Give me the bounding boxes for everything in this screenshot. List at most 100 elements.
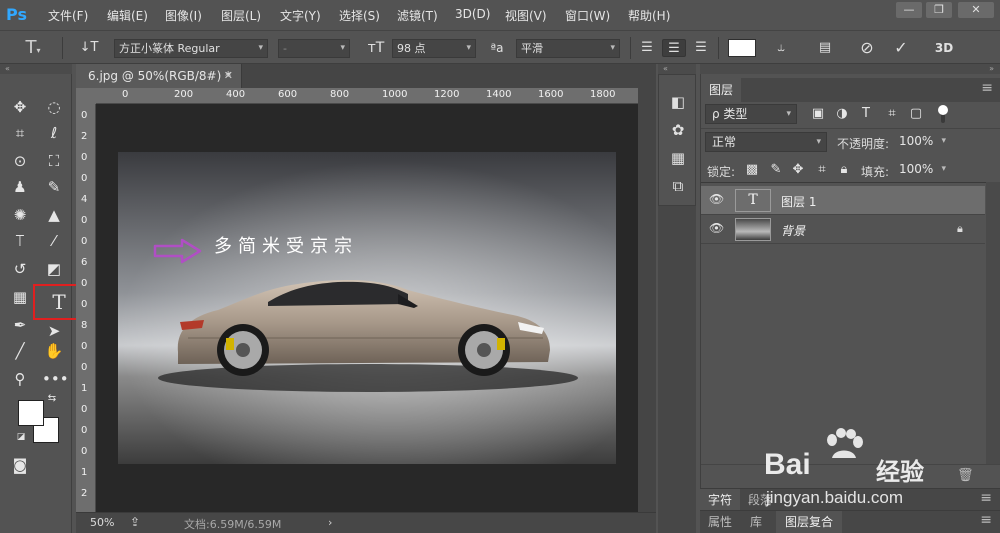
opacity-field[interactable]: 100% ▾ — [893, 132, 951, 152]
layers-scrollbar[interactable] — [986, 182, 1000, 464]
text-orientation-icon[interactable]: ↓T — [76, 39, 102, 57]
tab-layer-comps[interactable]: 图层复合 — [776, 511, 842, 533]
maximize-button[interactable]: ❐ — [926, 2, 952, 18]
grid-panel-icon[interactable]: ▦ — [667, 147, 689, 169]
menu-help[interactable]: 帮助(H) — [628, 7, 670, 24]
align-center-icon[interactable]: ☰ — [662, 39, 686, 57]
dock-collapse-strip[interactable]: « — [658, 64, 696, 74]
lock-transparent-icon[interactable]: ▩ — [743, 161, 761, 179]
history-brush-tool-icon[interactable]: ↺ — [8, 258, 32, 280]
eye-icon[interactable]: 👁︎ — [709, 221, 724, 235]
blend-mode-select[interactable]: 正常 ▾ — [705, 132, 827, 152]
warp-text-icon[interactable]: ⥿ — [770, 39, 792, 57]
swap-colors-icon[interactable]: ⇆ — [44, 392, 60, 406]
font-size-select[interactable]: 98 点 ▾ — [392, 39, 476, 58]
sharpen-tool-icon[interactable]: ▲ — [42, 204, 66, 226]
layer-name[interactable]: 图层 1 — [781, 193, 816, 210]
menu-type[interactable]: 文字(Y) — [280, 7, 321, 24]
quick-mask-icon[interactable]: ◙ — [8, 454, 32, 476]
eraser-tool-icon[interactable]: ◩ — [42, 258, 66, 280]
fill-field[interactable]: 100% ▾ — [893, 160, 951, 180]
layer-row-text[interactable]: 👁︎ T 图层 1 — [701, 186, 985, 215]
align-left-icon[interactable]: ☰ — [636, 39, 658, 57]
minimize-button[interactable]: — — [896, 2, 922, 18]
menu-view[interactable]: 视图(V) — [505, 7, 547, 24]
document-tab[interactable]: 6.jpg @ 50%(RGB/8#) * ✕ — [76, 64, 242, 88]
filter-pixel-icon[interactable]: ▣ — [809, 105, 827, 123]
status-menu-arrow-icon[interactable]: › — [328, 516, 332, 529]
align-right-icon[interactable]: ☰ — [690, 39, 712, 57]
swatches-panel-icon[interactable]: ✿ — [667, 119, 689, 141]
lasso-tool-icon[interactable]: ℓ — [42, 122, 66, 144]
artboard-tool-icon[interactable]: ⌗ — [8, 122, 32, 144]
filter-smart-object-icon[interactable]: ▢ — [907, 105, 925, 123]
lock-position-icon[interactable]: ✥ — [789, 161, 807, 179]
move-tool-icon[interactable]: ✥ — [8, 96, 32, 118]
close-window-button[interactable]: ✕ — [958, 2, 994, 18]
text-color-swatch[interactable] — [728, 39, 756, 57]
layer-name[interactable]: 背景 — [781, 222, 805, 239]
canvas-image[interactable]: 多简米受京宗 — [118, 152, 616, 464]
eye-icon[interactable]: 👁︎ — [709, 192, 724, 206]
foreground-color-swatch[interactable] — [18, 400, 44, 426]
horizontal-ruler[interactable]: 0 200 400 600 800 1000 1200 1400 1600 1800 — [96, 88, 638, 104]
cancel-icon[interactable]: ⊘ — [856, 39, 878, 57]
canvas-text-layer[interactable]: 多简米受京宗 — [214, 232, 364, 257]
more-tools-icon[interactable]: ••• — [42, 368, 69, 390]
menu-3d[interactable]: 3D(D) — [455, 7, 490, 21]
tab-character[interactable]: 字符 — [700, 489, 740, 511]
crop-tool-icon[interactable]: ⛶ — [42, 150, 66, 172]
filter-adjustment-icon[interactable]: ◑ — [833, 105, 851, 123]
layer-filter-select[interactable]: ρ 类型 ▾ — [705, 104, 797, 124]
history-panel-icon[interactable]: ◧ — [667, 91, 689, 113]
share-icon[interactable]: ⇪ — [130, 515, 140, 529]
font-family-select[interactable]: 方正小篆体 Regular ▾ — [114, 39, 268, 58]
tab-libraries[interactable]: 库 — [740, 511, 772, 533]
antialias-select[interactable]: 平滑 ▾ — [516, 39, 620, 58]
layer-row-background[interactable]: 👁︎ 背景 🔒︎ — [701, 215, 985, 244]
menu-select[interactable]: 选择(S) — [339, 7, 380, 24]
panel-menu-icon[interactable]: ≡ — [981, 80, 993, 96]
zoom-level[interactable]: 50% — [90, 516, 114, 529]
panel-menu-icon[interactable]: ≡ — [980, 512, 992, 528]
menu-window[interactable]: 窗口(W) — [565, 7, 610, 24]
character-panel-icon[interactable]: ▤ — [814, 39, 836, 57]
filter-toggle-switch[interactable] — [937, 105, 951, 123]
line-tool-icon[interactable]: ╱ — [8, 340, 32, 362]
lock-all-icon[interactable]: 🔒︎ — [835, 161, 853, 179]
default-colors-icon[interactable]: ◪ — [14, 430, 28, 444]
marquee-tool-icon[interactable]: ◌ — [42, 96, 66, 118]
menu-layer[interactable]: 图层(L) — [221, 7, 261, 24]
eyedropper-tool-icon[interactable]: ⁄ — [42, 230, 66, 252]
tool-preset-icon[interactable]: T▾ — [18, 39, 48, 57]
menu-image[interactable]: 图像(I) — [165, 7, 202, 24]
stamp-tool-icon[interactable]: ♟ — [8, 176, 32, 198]
filter-shape-icon[interactable]: ⌗ — [883, 105, 901, 123]
menu-filter[interactable]: 滤镜(T) — [397, 7, 438, 24]
lock-pixels-icon[interactable]: ✎ — [767, 161, 785, 179]
path-select-tool-icon[interactable]: ➤ — [42, 320, 66, 342]
close-icon[interactable]: ✕ — [224, 64, 233, 88]
toolbox-collapse-strip[interactable]: « — [0, 64, 72, 74]
panel-collapse-strip[interactable]: » — [700, 64, 1000, 74]
quick-select-tool-icon[interactable]: ⊙ — [8, 150, 32, 172]
lock-artboard-icon[interactable]: ⌗ — [813, 161, 831, 179]
pen-tool-icon[interactable]: ✒ — [8, 314, 32, 336]
tab-properties[interactable]: 属性 — [700, 511, 740, 533]
vertical-ruler[interactable]: 0 2 0 0 4 0 0 6 0 0 8 0 0 1 0 0 0 1 2 — [76, 104, 96, 512]
document-vertical-scrollbar[interactable] — [638, 88, 656, 512]
slice-tool-icon[interactable]: ⟙ — [8, 230, 32, 252]
gradient-tool-icon[interactable]: ▦ — [8, 286, 32, 308]
filter-type-icon[interactable]: T — [857, 105, 875, 123]
tab-layers[interactable]: 图层 — [701, 78, 741, 102]
zoom-tool-icon[interactable]: ⚲ — [8, 368, 32, 390]
hand-tool-icon[interactable]: ✋ — [42, 340, 66, 362]
font-style-select[interactable]: - ▾ — [278, 39, 350, 58]
commit-icon[interactable]: ✓ — [890, 39, 912, 57]
3d-icon[interactable]: 3D — [932, 39, 956, 57]
healing-tool-icon[interactable]: ✺ — [8, 204, 32, 226]
brush-tool-icon[interactable]: ✎ — [42, 176, 66, 198]
menu-edit[interactable]: 编辑(E) — [107, 7, 148, 24]
menu-file[interactable]: 文件(F) — [48, 7, 88, 24]
paths-panel-icon[interactable]: ⧉ — [667, 175, 689, 197]
